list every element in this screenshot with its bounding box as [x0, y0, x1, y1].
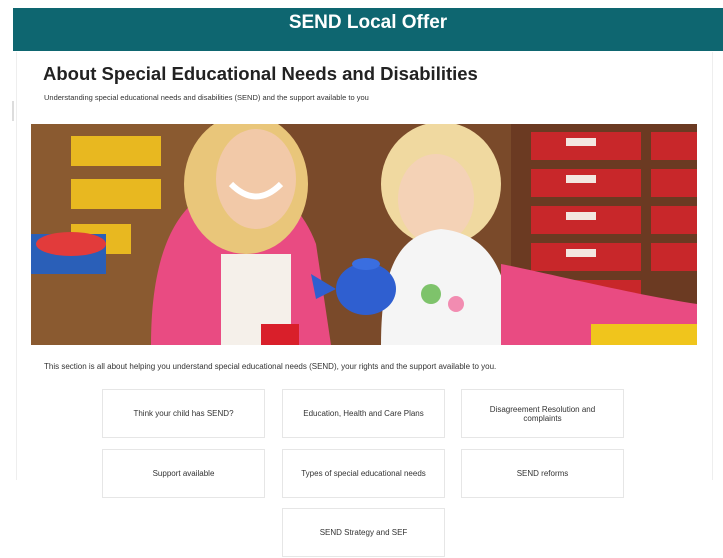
hero-illustration — [31, 124, 697, 345]
card-label: Disagreement Resolution and complaints — [489, 404, 596, 423]
card-disagreement-resolution[interactable]: Disagreement Resolution and complaints — [461, 389, 624, 438]
card-label: SEND reforms — [516, 469, 569, 478]
hero-image — [31, 124, 697, 345]
page-title: About Special Educational Needs and Disa… — [43, 63, 478, 84]
page-subtitle: Understanding special educational needs … — [44, 93, 369, 102]
card-ehc-plans[interactable]: Education, Health and Care Plans — [282, 389, 445, 438]
card-send-strategy-sef[interactable]: SEND Strategy and SEF — [282, 508, 445, 557]
card-label: Think your child has SEND? — [133, 409, 234, 418]
card-think-your-child-has-send[interactable]: Think your child has SEND? — [102, 389, 265, 438]
card-label: Education, Health and Care Plans — [303, 409, 424, 418]
site-header: SEND Local Offer — [13, 8, 723, 51]
card-label: Types of special educational needs — [301, 469, 426, 478]
card-label: SEND Strategy and SEF — [319, 528, 408, 537]
scroll-marker — [12, 101, 14, 121]
card-send-reforms[interactable]: SEND reforms — [461, 449, 624, 498]
card-types-of-sen[interactable]: Types of special educational needs — [282, 449, 445, 498]
card-support-available[interactable]: Support available — [102, 449, 265, 498]
card-label: Support available — [152, 469, 215, 478]
intro-text: This section is all about helping you un… — [44, 362, 497, 371]
site-title[interactable]: SEND Local Offer — [289, 12, 447, 34]
